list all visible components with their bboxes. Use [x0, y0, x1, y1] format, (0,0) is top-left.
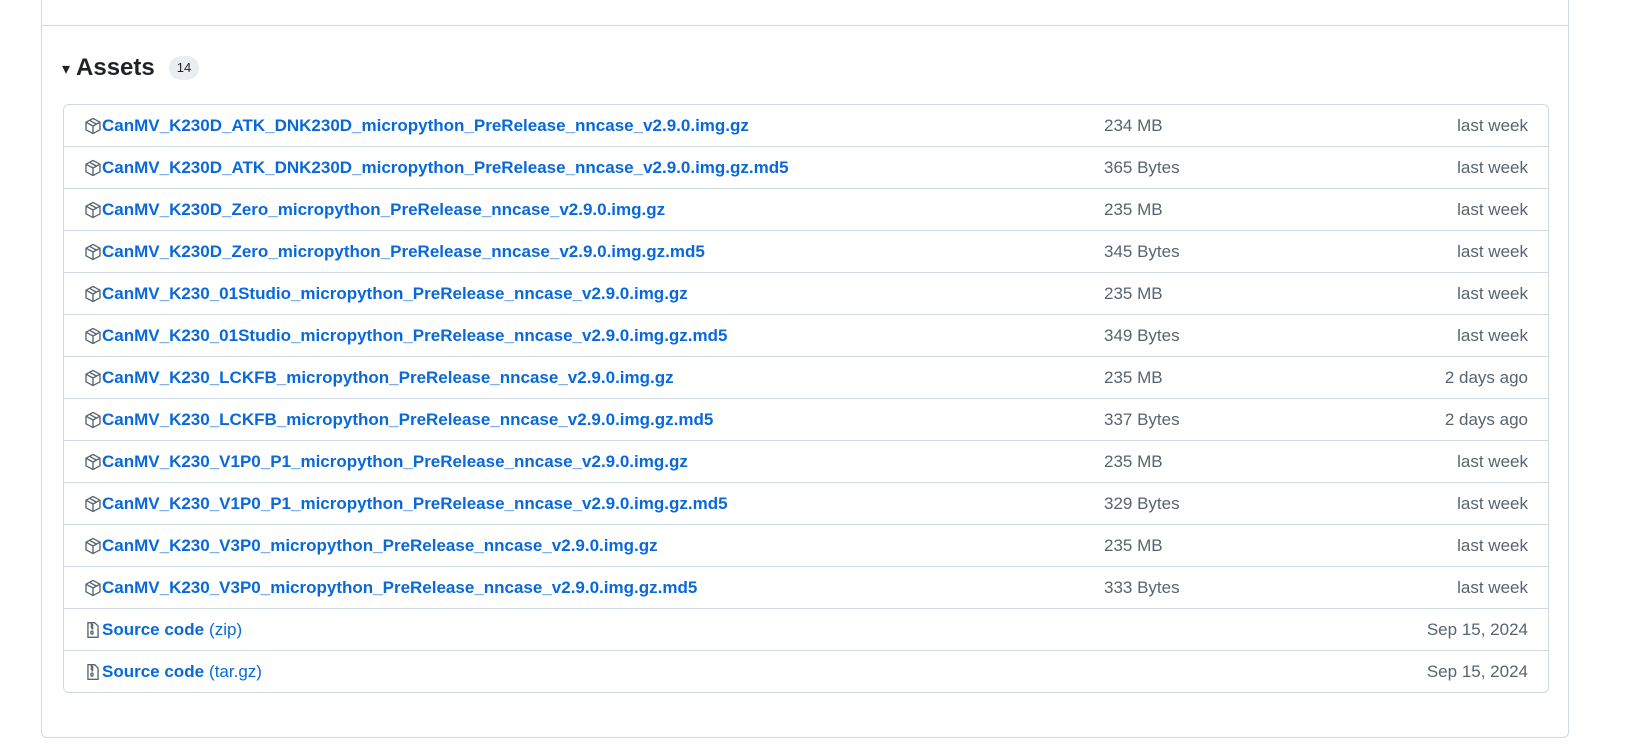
asset-row: CanMV_K230_V3P0_micropython_PreRelease_n…	[64, 524, 1548, 566]
asset-row: CanMV_K230_01Studio_micropython_PreRelea…	[64, 272, 1548, 314]
asset-size: 329 Bytes	[1104, 493, 1180, 513]
assets-toggle[interactable]: ▾ Assets 14	[62, 50, 200, 86]
asset-link[interactable]: CanMV_K230_LCKFB_micropython_PreRelease_…	[102, 368, 674, 388]
asset-size: 235 MB	[1104, 451, 1163, 471]
asset-link[interactable]: CanMV_K230_01Studio_micropython_PreRelea…	[102, 326, 727, 346]
asset-size: 365 Bytes	[1104, 157, 1180, 177]
asset-link[interactable]: CanMV_K230_V1P0_P1_micropython_PreReleas…	[102, 452, 688, 472]
asset-size: 333 Bytes	[1104, 577, 1180, 597]
asset-link[interactable]: CanMV_K230D_ATK_DNK230D_micropython_PreR…	[102, 158, 789, 178]
asset-link[interactable]: CanMV_K230_V3P0_micropython_PreRelease_n…	[102, 536, 658, 556]
package-icon	[84, 411, 102, 429]
asset-date: last week	[1457, 451, 1528, 471]
source-code-targz-link[interactable]: Source code	[102, 662, 204, 682]
package-icon	[84, 201, 102, 219]
asset-size: 349 Bytes	[1104, 325, 1180, 345]
asset-row: CanMV_K230_LCKFB_micropython_PreRelease_…	[64, 356, 1548, 398]
asset-date: last week	[1457, 325, 1528, 345]
asset-date: last week	[1457, 157, 1528, 177]
asset-date: last week	[1457, 115, 1528, 135]
package-icon	[84, 327, 102, 345]
package-icon	[84, 243, 102, 261]
asset-date: last week	[1457, 199, 1528, 219]
source-code-format[interactable]: (tar.gz)	[209, 662, 262, 682]
package-icon	[84, 579, 102, 597]
asset-link[interactable]: CanMV_K230_LCKFB_micropython_PreRelease_…	[102, 410, 713, 430]
package-icon	[84, 495, 102, 513]
asset-date: last week	[1457, 577, 1528, 597]
asset-size: 337 Bytes	[1104, 409, 1180, 429]
asset-date: last week	[1457, 493, 1528, 513]
source-code-zip-link[interactable]: Source code	[102, 620, 204, 640]
asset-row: CanMV_K230_01Studio_micropython_PreRelea…	[64, 314, 1548, 356]
asset-row: CanMV_K230D_ATK_DNK230D_micropython_PreR…	[64, 146, 1548, 188]
asset-link[interactable]: CanMV_K230D_Zero_micropython_PreRelease_…	[102, 242, 705, 262]
assets-heading: Assets	[76, 54, 155, 81]
asset-size: 345 Bytes	[1104, 241, 1180, 261]
source-code-row: Source code (tar.gz) Sep 15, 2024	[64, 650, 1548, 692]
package-icon	[84, 285, 102, 303]
asset-date: Sep 15, 2024	[1426, 619, 1528, 639]
asset-size: 235 MB	[1104, 367, 1163, 387]
asset-link[interactable]: CanMV_K230_V1P0_P1_micropython_PreReleas…	[102, 494, 728, 514]
asset-date: 2 days ago	[1444, 409, 1528, 429]
asset-link[interactable]: CanMV_K230_01Studio_micropython_PreRelea…	[102, 284, 688, 304]
asset-row: CanMV_K230_V1P0_P1_micropython_PreReleas…	[64, 440, 1548, 482]
file-zip-icon	[84, 663, 102, 681]
package-icon	[84, 369, 102, 387]
section-divider	[41, 25, 1569, 26]
asset-row: CanMV_K230_LCKFB_micropython_PreRelease_…	[64, 398, 1548, 440]
asset-size: 235 MB	[1104, 199, 1163, 219]
file-zip-icon	[84, 621, 102, 639]
caret-down-icon: ▾	[62, 61, 71, 78]
assets-count-badge: 14	[168, 56, 200, 80]
package-icon	[84, 117, 102, 135]
asset-row: CanMV_K230D_ATK_DNK230D_micropython_PreR…	[64, 105, 1548, 146]
asset-date: Sep 15, 2024	[1426, 661, 1528, 681]
asset-list: CanMV_K230D_ATK_DNK230D_micropython_PreR…	[63, 104, 1549, 693]
asset-size: 235 MB	[1104, 535, 1163, 555]
asset-link[interactable]: CanMV_K230_V3P0_micropython_PreRelease_n…	[102, 578, 697, 598]
asset-size: 234 MB	[1104, 115, 1163, 135]
asset-date: last week	[1457, 535, 1528, 555]
asset-row: CanMV_K230_V1P0_P1_micropython_PreReleas…	[64, 482, 1548, 524]
asset-row: CanMV_K230D_Zero_micropython_PreRelease_…	[64, 230, 1548, 272]
asset-date: last week	[1457, 241, 1528, 261]
package-icon	[84, 453, 102, 471]
asset-link[interactable]: CanMV_K230D_Zero_micropython_PreRelease_…	[102, 200, 665, 220]
package-icon	[84, 537, 102, 555]
source-code-format[interactable]: (zip)	[209, 620, 242, 640]
asset-date: last week	[1457, 283, 1528, 303]
asset-row: CanMV_K230D_Zero_micropython_PreRelease_…	[64, 188, 1548, 230]
asset-date: 2 days ago	[1444, 367, 1528, 387]
asset-size: 235 MB	[1104, 283, 1163, 303]
package-icon	[84, 159, 102, 177]
asset-row: CanMV_K230_V3P0_micropython_PreRelease_n…	[64, 566, 1548, 608]
asset-link[interactable]: CanMV_K230D_ATK_DNK230D_micropython_PreR…	[102, 116, 749, 136]
source-code-row: Source code (zip) Sep 15, 2024	[64, 608, 1548, 650]
